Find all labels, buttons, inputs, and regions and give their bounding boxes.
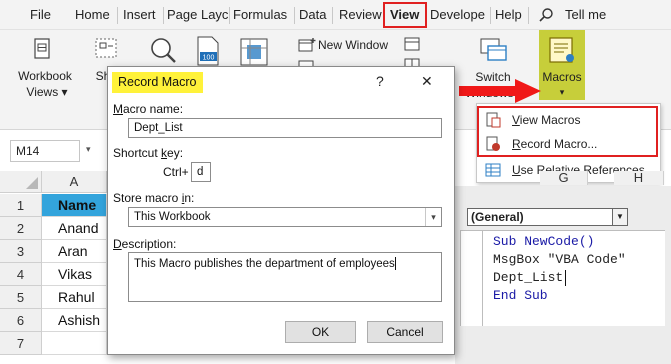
macros-label: Macros [542, 70, 582, 84]
tab-page-layout[interactable]: Page Layc [167, 0, 228, 30]
macros-icon [549, 37, 574, 63]
cell-a3[interactable]: Aran [42, 240, 107, 263]
chevron-down-icon[interactable]: ▾ [425, 208, 441, 226]
new-window-icon[interactable] [298, 37, 316, 53]
shortcut-text: Shortcut [113, 146, 162, 160]
tab-separator [332, 7, 333, 24]
tell-me-search[interactable]: Tell me [565, 0, 606, 30]
tab-help[interactable]: Help [495, 0, 522, 30]
tab-data[interactable]: Data [299, 0, 326, 30]
shortcut-text-rest: ey: [167, 146, 184, 160]
tab-separator [490, 7, 491, 24]
ctrl-label: Ctrl+ [163, 165, 189, 179]
macro-name-label: Macro name: [113, 102, 183, 116]
relative-references-icon [485, 163, 501, 177]
row-header[interactable]: 3 [0, 240, 42, 263]
tab-formulas[interactable]: Formulas [233, 0, 287, 30]
dialog-title: Record Macro [112, 72, 203, 93]
macros-menu-highlight [477, 106, 658, 157]
new-window-label[interactable]: New Window [318, 37, 388, 53]
close-icon[interactable]: ✕ [421, 71, 433, 91]
red-arrow-annotation [459, 79, 541, 103]
switch-windows-icon[interactable] [480, 38, 510, 64]
lightbulb-search-icon[interactable] [538, 7, 554, 23]
tab-separator [163, 7, 164, 24]
record-macro-dialog: Record Macro ? ✕ Macro name: Dept_List S… [107, 66, 455, 355]
cell-a4[interactable]: Vikas [42, 263, 107, 286]
select-all-corner[interactable] [0, 171, 42, 193]
cell-a2[interactable]: Anand [42, 217, 107, 240]
combo-dropdown-icon[interactable]: ▼ [612, 209, 627, 225]
cell-a5[interactable]: Rahul [42, 286, 107, 309]
select-all-triangle-icon [26, 177, 38, 189]
workbook-views-label[interactable]: Workbook [13, 68, 77, 84]
ok-button[interactable]: OK [285, 321, 356, 343]
row-header[interactable]: 5 [0, 286, 42, 309]
shortcut-key-input[interactable]: d [191, 162, 211, 182]
vba-combo-value: (General) [471, 210, 524, 224]
name-box[interactable]: M14 [10, 140, 80, 162]
description-accel: D [113, 237, 122, 251]
macros-dropdown-arrow: ▾ [559, 87, 565, 97]
help-button[interactable]: ? [376, 71, 384, 91]
code-line: Dept_List [493, 270, 564, 285]
tab-file[interactable]: File [30, 0, 51, 30]
tab-separator [528, 7, 529, 24]
tab-separator [229, 7, 230, 24]
row-header[interactable]: 1 [0, 194, 42, 217]
code-line: Sub NewCode() [493, 234, 595, 249]
zoom-icon[interactable] [148, 36, 178, 66]
column-header-a[interactable]: A [42, 171, 107, 193]
text-cursor [565, 270, 566, 286]
store-macro-select[interactable]: This Workbook ▾ [128, 207, 442, 227]
cancel-button[interactable]: Cancel [367, 321, 443, 343]
description-value: This Macro publishes the department of e… [134, 258, 395, 270]
row-header[interactable]: 4 [0, 263, 42, 286]
row-header[interactable]: 2 [0, 217, 42, 240]
tab-home[interactable]: Home [75, 0, 110, 30]
description-text: escription: [121, 237, 177, 251]
cell-a1[interactable]: Name [42, 194, 107, 217]
macro-name-input[interactable]: Dept_List [128, 118, 442, 138]
code-line: End Sub [493, 288, 548, 303]
workbook-views-text: Views [26, 85, 59, 99]
workbook-views-icon[interactable] [32, 38, 52, 60]
split-icon[interactable] [404, 37, 420, 51]
description-label: Description: [113, 237, 176, 251]
zoom-to-selection-icon[interactable] [240, 38, 268, 66]
column-header-g[interactable]: G [540, 171, 588, 185]
store-text: Store macro [113, 191, 182, 205]
zoom-100-icon[interactable]: 100 [195, 36, 221, 66]
store-macro-label: Store macro in: [113, 191, 194, 205]
macro-name-accel: M [113, 102, 123, 116]
excel-window: File Home Insert Page Layc Formulas Data… [0, 0, 671, 364]
row-header[interactable]: 7 [0, 332, 42, 355]
relative-references-accel: U [512, 163, 521, 177]
cell-a6[interactable]: Ashish [42, 309, 107, 332]
description-textarea[interactable]: This Macro publishes the department of e… [128, 252, 442, 302]
name-box-dropdown-icon[interactable]: ▾ [86, 144, 91, 155]
tab-insert[interactable]: Insert [123, 0, 156, 30]
svg-text:100: 100 [203, 55, 215, 62]
vba-object-combo[interactable]: (General) ▼ [467, 208, 628, 226]
row-header[interactable]: 6 [0, 309, 42, 332]
code-margin-line [482, 230, 483, 326]
shortcut-key-label: Shortcut key: [113, 146, 183, 160]
tab-review[interactable]: Review [339, 0, 382, 30]
text-cursor [394, 257, 396, 271]
view-tab-highlight [383, 2, 427, 28]
code-line: MsgBox "VBA Code" [493, 252, 626, 267]
column-header-h[interactable]: H [614, 171, 664, 185]
show-icon[interactable] [94, 37, 120, 61]
tab-separator [294, 7, 295, 24]
store-text-rest: n: [184, 191, 195, 205]
store-macro-value: This Workbook [134, 211, 211, 223]
macro-name-text: acro name: [123, 102, 184, 116]
workbook-views-label-2[interactable]: Views ▾ [22, 84, 72, 100]
tab-developer[interactable]: Develope [430, 0, 485, 30]
menu-bar: File Home Insert Page Layc Formulas Data… [0, 0, 671, 30]
cell-a7[interactable] [42, 332, 107, 355]
tab-separator [117, 7, 118, 24]
